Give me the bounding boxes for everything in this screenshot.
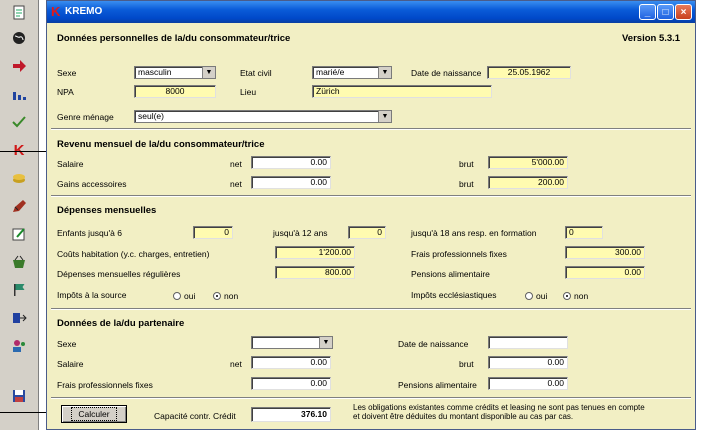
brut-label: brut [459, 159, 474, 169]
separator [51, 397, 691, 399]
arrow-icon[interactable] [6, 55, 32, 77]
partenaire-section-title: Données de la/du partenaire [57, 318, 185, 329]
checkmark-icon[interactable] [6, 111, 32, 133]
habitation-field[interactable]: 1'200.00 [275, 246, 355, 259]
npa-label: NPA [57, 87, 74, 97]
partenaire-frais-field[interactable]: 0.00 [251, 377, 331, 390]
personal-section-title: Données personnelles de la/du consommate… [57, 33, 291, 44]
net-label: net [230, 179, 242, 189]
lieu-label: Lieu [240, 87, 257, 97]
enfants6-label: Enfants jusqu'à 6 [57, 228, 122, 238]
partenaire-salaire-label: Salaire [57, 359, 84, 369]
window-title: KREMO [65, 6, 103, 17]
genre-menage-select[interactable]: seul(e) ▼ [134, 110, 392, 123]
separator [51, 195, 691, 197]
partenaire-pensions-label: Pensions alimentaire [398, 380, 477, 390]
document-icon[interactable] [6, 2, 32, 24]
chevron-down-icon: ▼ [378, 67, 391, 78]
partenaire-salaire-net-field[interactable]: 0.00 [251, 356, 331, 369]
kremo-app-icon: K [51, 4, 61, 19]
regulieres-label: Dépenses mensuelles régulières [57, 269, 181, 279]
npa-field[interactable]: 8000 [134, 85, 216, 98]
capacite-field: 376.10 [251, 407, 331, 422]
etat-civil-label: Etat civil [240, 68, 272, 78]
coins-icon[interactable] [6, 167, 32, 189]
calculer-button[interactable]: Calculer [61, 405, 127, 423]
enfants18-label: jusqu'à 18 ans resp. en formation [411, 228, 537, 238]
frais-label: Frais professionnels fixes [411, 249, 507, 259]
transfer-icon[interactable] [6, 307, 32, 329]
footer-note: Les obligations existantes comme crédits… [353, 403, 645, 421]
maximize-button[interactable]: □ [657, 4, 674, 20]
regulieres-field[interactable]: 800.00 [275, 266, 355, 279]
brut-label: brut [459, 179, 474, 189]
separator [51, 308, 691, 310]
lieu-field[interactable]: Zürich [312, 85, 492, 98]
globe-icon[interactable] [6, 27, 32, 49]
partenaire-sexe-select[interactable]: ▼ [251, 336, 333, 349]
chevron-down-icon: ▼ [378, 111, 391, 122]
oui-label: oui [536, 291, 548, 301]
separator [51, 128, 691, 130]
brut-label: brut [459, 359, 474, 369]
title-bar[interactable]: K KREMO _ □ × [47, 1, 695, 23]
revenu-section-title: Revenu mensuel de la/du consommateur/tri… [57, 139, 265, 150]
impot-source-oui-radio[interactable] [173, 292, 181, 300]
capacite-label: Capacité contr. Crédit [154, 411, 236, 421]
etat-civil-select[interactable]: marié/e ▼ [312, 66, 392, 79]
enfants18-field[interactable]: 0 [565, 226, 603, 239]
left-toolbar: K [0, 0, 39, 430]
bar-chart-icon[interactable] [6, 83, 32, 105]
date-naissance-field[interactable]: 25.05.1962 [487, 66, 571, 79]
kremo-window: K KREMO _ □ × Données personnelles de la… [46, 0, 696, 430]
gains-brut-field[interactable]: 200.00 [488, 176, 568, 189]
gains-label: Gains accessoires [57, 179, 127, 189]
save-icon[interactable] [6, 385, 32, 407]
pencil-icon[interactable] [6, 195, 32, 217]
flag-icon[interactable] [6, 279, 32, 301]
impot-source-non-radio[interactable] [213, 292, 221, 300]
partenaire-frais-label: Frais professionnels fixes [57, 380, 153, 390]
pensions-label: Pensions alimentaire [411, 269, 490, 279]
salaire-net-field[interactable]: 0.00 [251, 156, 331, 169]
naissance-label: Date de naissance [411, 68, 482, 78]
oui-label: oui [184, 291, 196, 301]
version-label: Version 5.3.1 [622, 33, 681, 44]
sexe-select[interactable]: masculin ▼ [134, 66, 216, 79]
enfants12-label: jusqu'à 12 ans [273, 228, 328, 238]
basket-icon[interactable] [6, 251, 32, 273]
people-icon[interactable] [6, 335, 32, 357]
habitation-label: Coûts habitation (y.c. charges, entretie… [57, 249, 210, 259]
non-label: non [574, 291, 589, 301]
salaire-brut-field[interactable]: 5'000.00 [488, 156, 568, 169]
partenaire-naissance-label: Date de naissance [398, 339, 469, 349]
sexe-label: Sexe [57, 68, 77, 78]
kremo-k-icon[interactable]: K [6, 139, 32, 161]
net-label: net [230, 359, 242, 369]
depenses-section-title: Dépenses mensuelles [57, 205, 157, 216]
impot-eccl-label: Impôts ecclésiastiques [411, 290, 497, 300]
partenaire-naissance-field[interactable] [488, 336, 568, 349]
partenaire-sexe-label: Sexe [57, 339, 77, 349]
enfants12-field[interactable]: 0 [348, 226, 386, 239]
non-label: non [224, 291, 239, 301]
genre-menage-label: Genre ménage [57, 112, 114, 122]
partenaire-salaire-brut-field[interactable]: 0.00 [488, 356, 568, 369]
impot-eccl-non-radio[interactable] [563, 292, 571, 300]
frais-field[interactable]: 300.00 [565, 246, 645, 259]
chevron-down-icon: ▼ [202, 67, 215, 78]
partenaire-pensions-field[interactable]: 0.00 [488, 377, 568, 390]
gains-net-field[interactable]: 0.00 [251, 176, 331, 189]
pensions-field[interactable]: 0.00 [565, 266, 645, 279]
net-label: net [230, 159, 242, 169]
edit-icon[interactable] [6, 223, 32, 245]
minimize-button[interactable]: _ [639, 4, 656, 20]
impot-eccl-oui-radio[interactable] [525, 292, 533, 300]
close-button[interactable]: × [675, 4, 692, 20]
enfants6-field[interactable]: 0 [193, 226, 233, 239]
chevron-down-icon: ▼ [319, 337, 332, 348]
impot-source-label: Impôts à la source [57, 290, 127, 300]
salaire-label: Salaire [57, 159, 84, 169]
